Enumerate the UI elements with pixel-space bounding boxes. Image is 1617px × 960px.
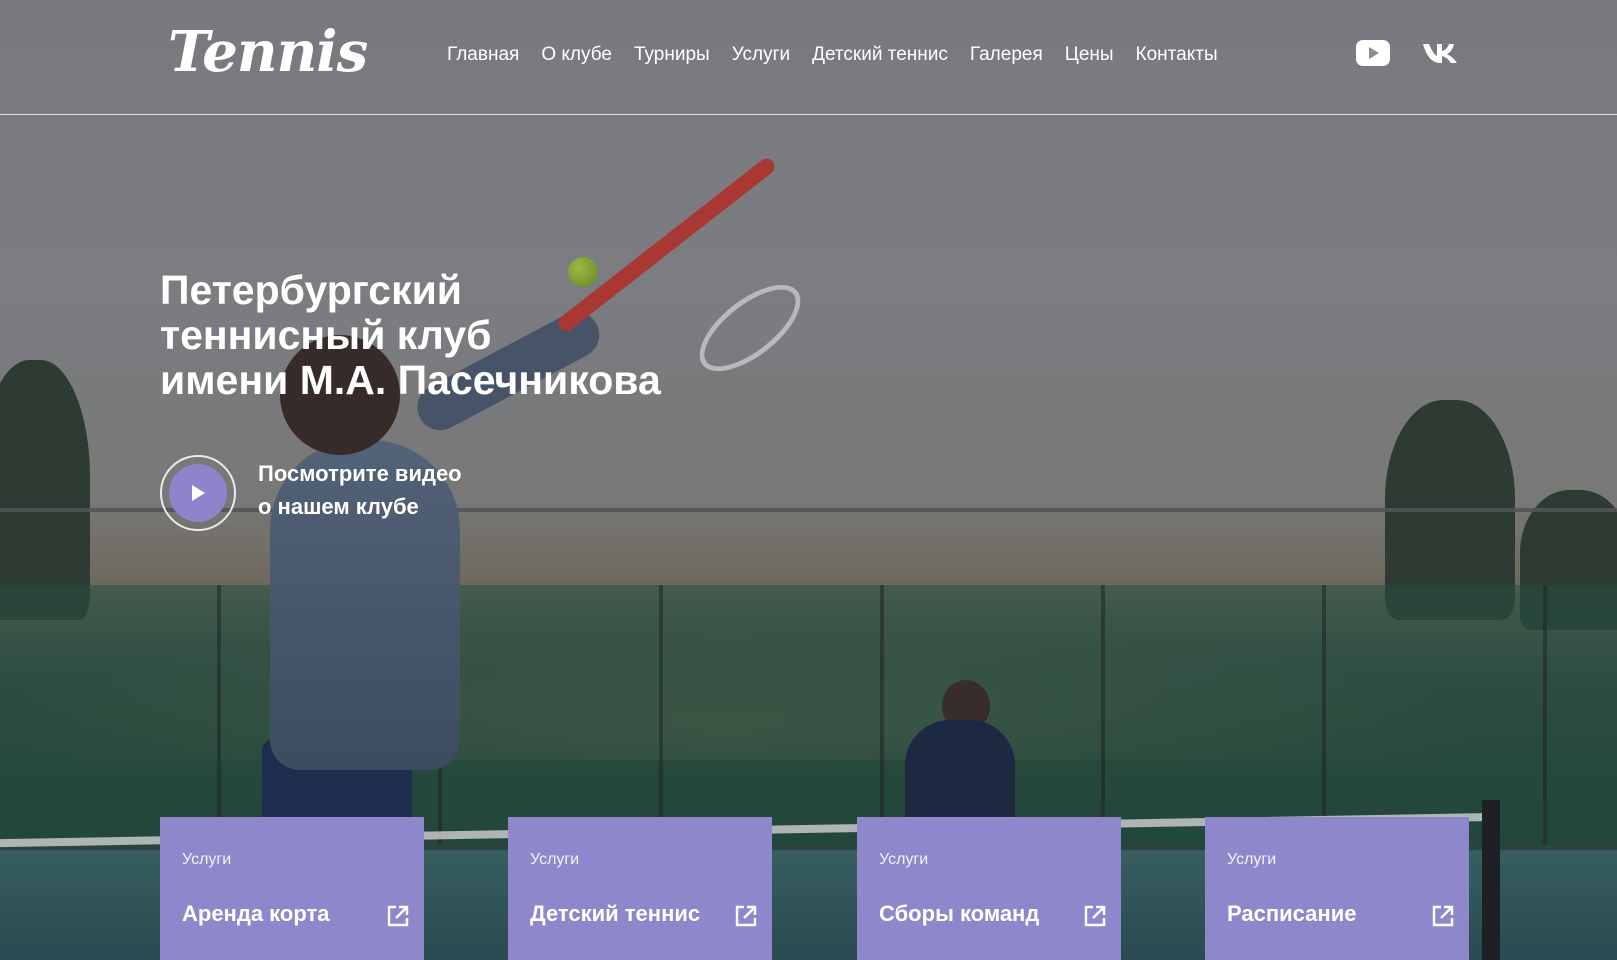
hero-title: Петербургский теннисный клуб имени М.А. … [160, 267, 661, 403]
card-category: Услуги [1227, 851, 1277, 868]
external-link-icon [1432, 905, 1454, 927]
nav-about[interactable]: О клубе [541, 40, 612, 70]
external-link-icon [1084, 905, 1106, 927]
youtube-icon[interactable] [1355, 36, 1391, 70]
main-nav: Главная О клубе Турниры Услуги Детский т… [447, 40, 1240, 70]
nav-gallery[interactable]: Галерея [970, 40, 1043, 70]
card-kids-tennis[interactable]: Услуги Детский теннис [508, 817, 772, 960]
hero-background-photo [0, 0, 1617, 960]
card-court-rental[interactable]: Услуги Аренда корта [160, 817, 424, 960]
external-link-icon [387, 905, 409, 927]
nav-kids-tennis[interactable]: Детский теннис [812, 40, 948, 70]
card-title: Сборы команд [879, 901, 1040, 926]
card-title: Аренда корта [182, 901, 330, 926]
card-title: Детский теннис [530, 901, 701, 926]
card-team-camps[interactable]: Услуги Сборы команд [857, 817, 1121, 960]
nav-services[interactable]: Услуги [732, 40, 790, 70]
nav-tournaments[interactable]: Турниры [634, 40, 710, 70]
nav-prices[interactable]: Цены [1065, 40, 1114, 70]
video-cta-text[interactable]: Посмотрите видео о нашем клубе [258, 457, 462, 523]
logo[interactable]: Tennis [168, 22, 368, 82]
vk-icon[interactable] [1420, 36, 1460, 70]
site-header: Tennis Главная О клубе Турниры Услуги Де… [0, 0, 1617, 115]
card-category: Услуги [530, 851, 580, 868]
play-icon [192, 485, 205, 501]
card-category: Услуги [182, 851, 232, 868]
nav-contacts[interactable]: Контакты [1136, 40, 1218, 70]
nav-home[interactable]: Главная [447, 40, 519, 70]
card-schedule[interactable]: Услуги Расписание [1205, 817, 1469, 960]
card-category: Услуги [879, 851, 929, 868]
play-video-button[interactable] [160, 455, 236, 531]
card-title: Расписание [1227, 901, 1357, 926]
external-link-icon [735, 905, 757, 927]
